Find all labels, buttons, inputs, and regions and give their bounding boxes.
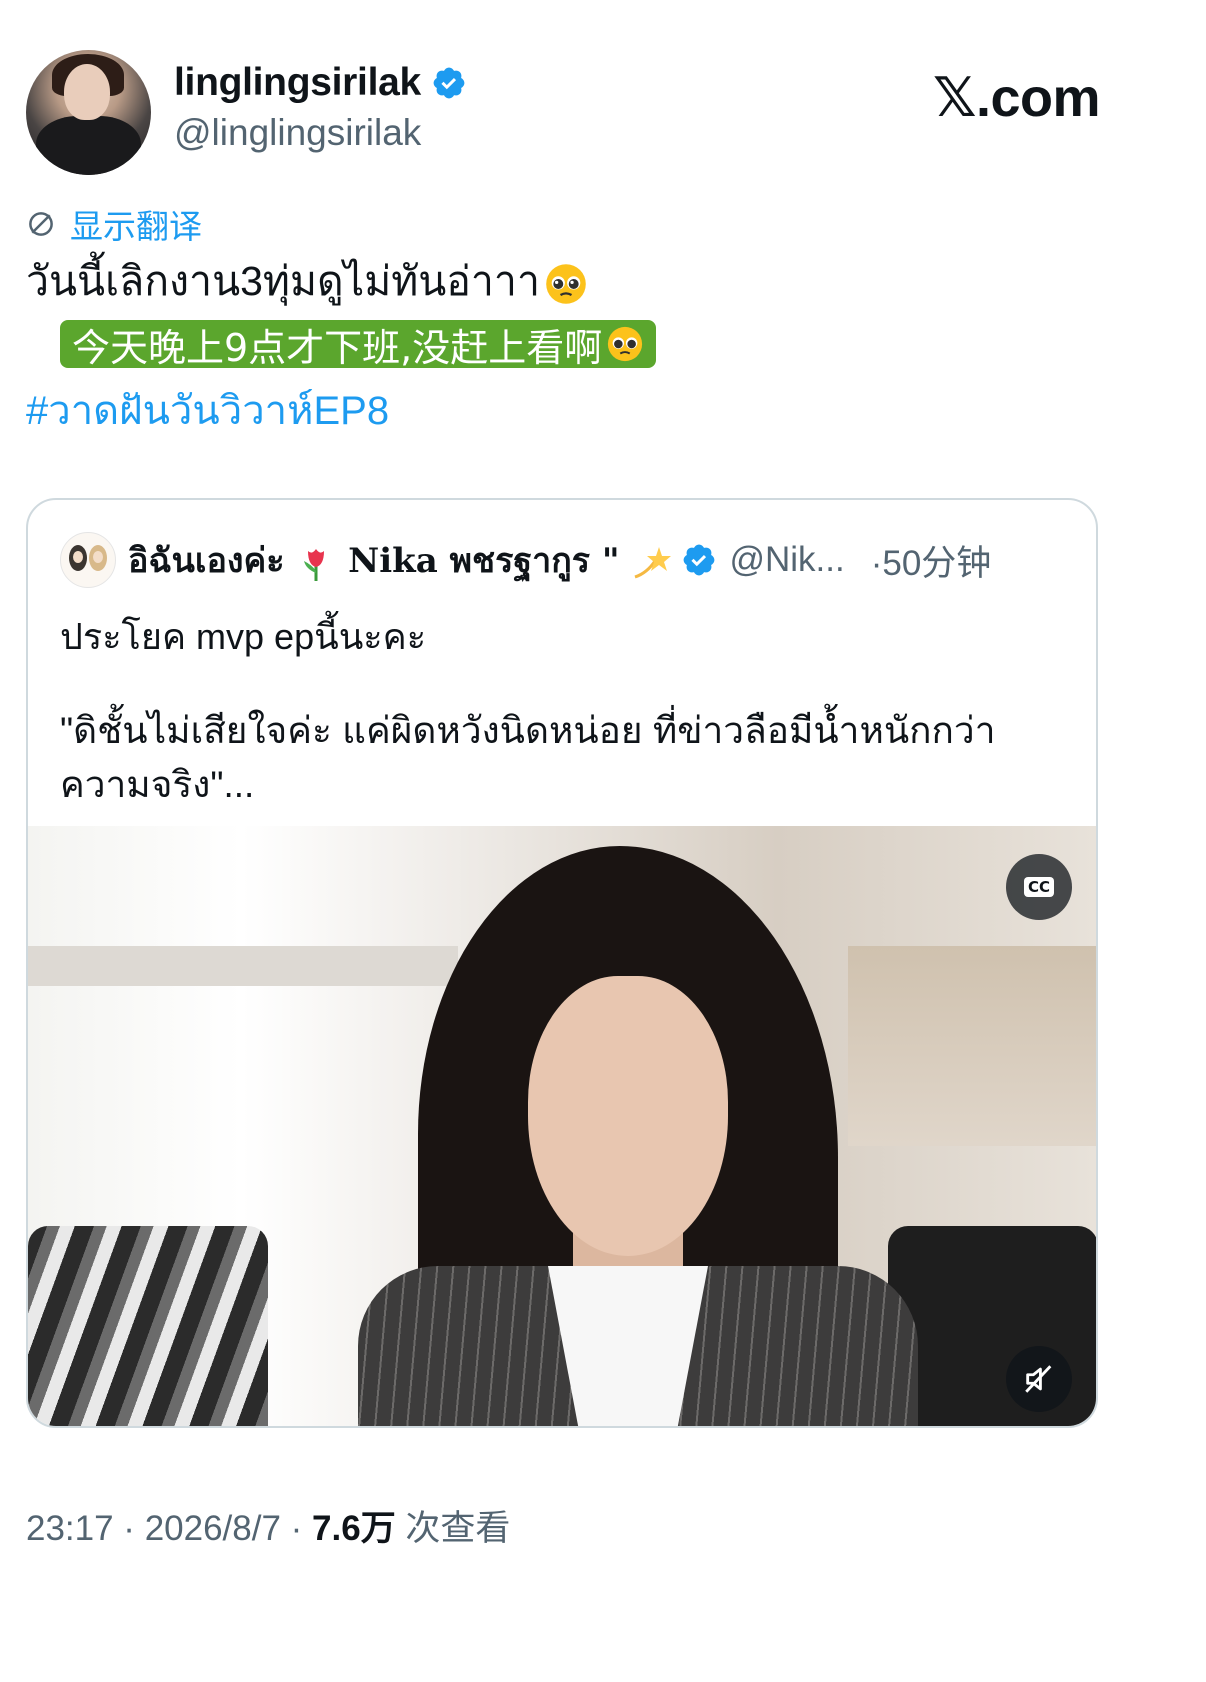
hashtag-link[interactable]: #วาดฝันวันวิวาห์EP8 — [26, 378, 389, 442]
tweet-meta-footer: 23:17 · 2026/8/7 · 7.6万 次查看 — [26, 1500, 510, 1551]
verified-badge-icon — [433, 67, 465, 99]
author-display-name[interactable]: linglingsirilak — [174, 61, 421, 105]
quoted-tweet-video[interactable]: CC — [28, 826, 1096, 1426]
quoted-tweet-header: อิฉันเองค่ะ Nika พชรฐากูร " @Nik... ·50分… — [60, 532, 1070, 588]
quoted-tweet-card[interactable]: อิฉันเองค่ะ Nika พชรฐากูร " @Nik... ·50分… — [26, 498, 1098, 1428]
captions-button[interactable]: CC — [1006, 854, 1072, 920]
unmute-button[interactable] — [1006, 1346, 1072, 1412]
x-brand-logo: 𝕏.com — [932, 68, 1101, 128]
view-count-label: 次查看 — [395, 1509, 511, 1548]
captions-icon: CC — [1023, 877, 1055, 897]
pleading-face-icon — [608, 326, 643, 362]
translation-overlay-text: 今天晚上9点才下班,没赶上看啊 — [72, 325, 603, 370]
tweet-header: linglingsirilak @linglingsirilak 𝕏.com — [26, 50, 1180, 175]
show-translation-label: 显示翻译 — [70, 208, 202, 245]
tweet-timestamp[interactable]: 23:17 · 2026/8/7 · — [26, 1509, 312, 1548]
translate-icon — [29, 212, 53, 236]
quoted-tweet-text-quote: "ดิชั้นไม่เสียใจค่ะ แค่ผิดหวังนิดหน่อย ท… — [60, 710, 996, 805]
quoted-name-part1: อิฉันเองค่ะ — [128, 541, 285, 581]
speaker-muted-icon — [1025, 1365, 1052, 1393]
author-name-row: linglingsirilak — [174, 58, 467, 108]
show-translation-link[interactable]: 显示翻译 — [26, 200, 202, 248]
dizzy-star-icon — [634, 547, 672, 579]
quoted-author-avatar[interactable] — [60, 532, 116, 588]
tulip-icon — [304, 549, 325, 581]
quoted-tweet-text-line1: ประโยค mvp epนี้นะคะ — [60, 616, 427, 657]
translation-overlay: 今天晚上9点才下班,没赶上看啊 — [60, 320, 657, 370]
pleading-face-icon — [546, 264, 586, 304]
author-handle[interactable]: @linglingsirilak — [174, 112, 421, 154]
quoted-name-part2: Nika พชรฐากูร " — [348, 541, 620, 581]
quoted-author-handle[interactable]: @Nik... — [729, 540, 844, 580]
tweet-text: วันนี้เลิกงาน3ทุ่มดูไม่ทันอ่าาา — [26, 255, 588, 307]
quoted-tweet-time[interactable]: ·50分钟 — [871, 535, 992, 586]
author-avatar[interactable] — [26, 50, 151, 175]
quoted-author-name[interactable]: อิฉันเองค่ะ Nika พชรฐากูร " — [128, 533, 672, 587]
view-count: 7.6万 — [312, 1509, 396, 1548]
tweet-text-body: วันนี้เลิกงาน3ทุ่มดูไม่ทันอ่าาา — [26, 258, 540, 304]
verified-badge-icon — [684, 544, 715, 576]
